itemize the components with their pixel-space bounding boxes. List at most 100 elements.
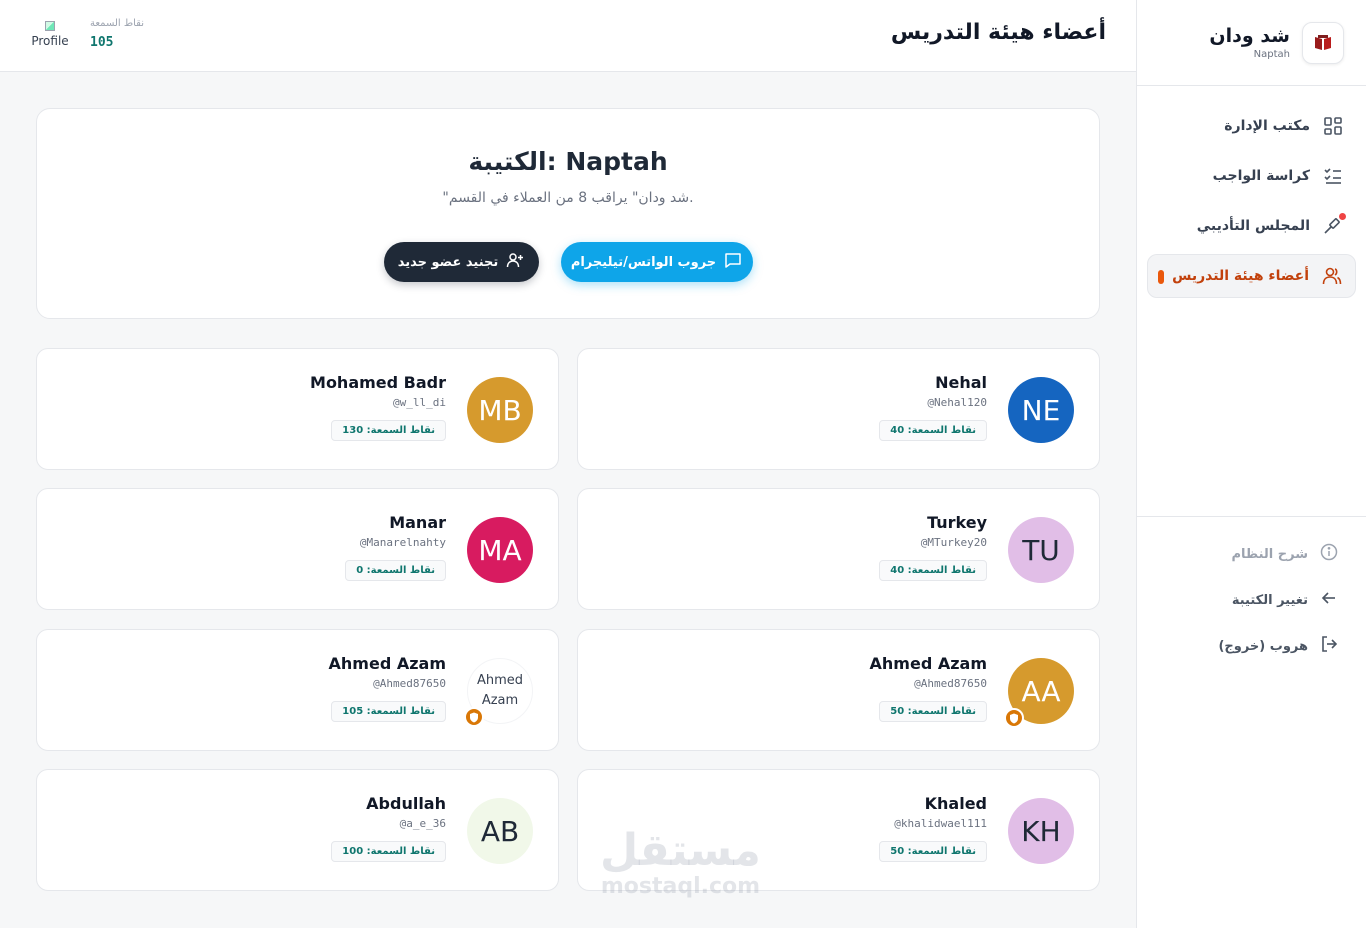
member-info: Turkey @MTurkey20 نقاط السمعة: 40: [879, 513, 987, 581]
avatar[interactable]: Ahmed Azam: [464, 658, 533, 727]
member-info: Manar @Manarelnahty نقاط السمعة: 0: [345, 513, 446, 581]
button-label: جروب الواتس/تيليجرام: [570, 254, 717, 270]
profile-widget[interactable]: Profile نقاط السمعة 105: [28, 16, 144, 52]
member-name: Manar: [389, 513, 446, 532]
reputation-badge: نقاط السمعة: 0: [345, 560, 446, 581]
recruit-member-button[interactable]: تجنيد عضو جديد: [383, 242, 539, 282]
watermark-arabic: مستقل: [600, 825, 761, 876]
sidebar: شد ودان Naptah مكتب الإدارة كراسة الواجب…: [1136, 0, 1366, 928]
battalion-card: الكتيبة: Naptah "شد ودان" يراقب 8 من الع…: [36, 108, 1100, 319]
member-info: Khaled @khalidwael111 نقاط السمعة: 50: [879, 794, 987, 862]
logout-link[interactable]: هروب (خروج): [1136, 623, 1366, 669]
reputation-label: نقاط السمعة: [90, 18, 145, 29]
member-handle: @Nehal120: [927, 396, 987, 409]
dashboard-grid-icon: [1322, 115, 1344, 137]
member-info: Ahmed Azam @Ahmed87650 نقاط السمعة: 105: [329, 654, 446, 722]
watermark: مستقل mostaql.com: [600, 826, 761, 898]
member-handle: @Ahmed87650: [373, 677, 446, 690]
member-info: Ahmed Azam @Ahmed87650 نقاط السمعة: 50: [870, 654, 987, 722]
avatar[interactable]: AB: [467, 798, 533, 864]
member-name: Ahmed Azam: [869, 654, 987, 673]
system-help-link[interactable]: شرح النظام: [1136, 531, 1366, 577]
sidebar-nav: مكتب الإدارة كراسة الواجب المجلس التأديب…: [1137, 86, 1366, 298]
sidebar-item-label: تغيير الكتيبة: [1231, 592, 1308, 608]
brand-name: شد ودان: [1209, 25, 1290, 47]
member-handle: @Ahmed87650: [914, 677, 987, 690]
button-label: تجنيد عضو جديد: [397, 254, 499, 270]
avatar[interactable]: AA: [1004, 658, 1074, 728]
member-handle: @w_ll_di: [393, 396, 446, 409]
shield-badge-icon: [1004, 708, 1024, 728]
member-name: Abdullah: [366, 794, 446, 813]
avatar-initials: AB: [480, 814, 520, 848]
user-plus-icon: [506, 251, 524, 273]
avatar[interactable]: MB: [467, 377, 533, 443]
avatar-initials: Ahmed Azam: [476, 673, 524, 708]
profile-alt-text: Profile: [31, 33, 69, 48]
member-name: Turkey: [927, 513, 987, 532]
brand-subtitle: Naptah: [1253, 49, 1290, 60]
member-card[interactable]: TU Turkey @MTurkey20 نقاط السمعة: 40: [577, 488, 1100, 610]
page-title: أعضاء هيئة التدريس: [890, 20, 1106, 45]
logout-icon: [1320, 635, 1338, 657]
reputation-badge: نقاط السمعة: 40: [879, 560, 987, 581]
avatar-initials: MA: [478, 533, 522, 567]
reputation-badge: نقاط السمعة: 50: [879, 841, 987, 862]
member-handle: @Manarelnahty: [359, 536, 446, 549]
avatar[interactable]: KH: [1008, 798, 1074, 864]
sidebar-item-label: كراسة الواجب: [1212, 168, 1310, 184]
member-card[interactable]: AB Abdullah @a_e_36 نقاط السمعة: 100: [36, 769, 559, 891]
reputation-badge: نقاط السمعة: 105: [331, 701, 446, 722]
change-battalion-link[interactable]: تغيير الكتيبة: [1136, 577, 1366, 623]
member-name: Khaled: [924, 794, 987, 813]
broken-image-icon: [45, 20, 55, 31]
arrow-left-icon: [1320, 589, 1338, 611]
avatar-initials: AA: [1021, 674, 1061, 708]
member-card[interactable]: MA Manar @Manarelnahty نقاط السمعة: 0: [36, 488, 559, 610]
brand[interactable]: شد ودان Naptah: [1137, 0, 1366, 86]
member-handle: @MTurkey20: [920, 536, 987, 549]
member-handle: @khalidwael111: [894, 817, 987, 830]
reputation-value: 105: [90, 35, 114, 50]
sidebar-item-faculty[interactable]: أعضاء هيئة التدريس: [1147, 254, 1356, 298]
reputation-badge: نقاط السمعة: 50: [879, 701, 987, 722]
sidebar-item-label: مكتب الإدارة: [1224, 118, 1310, 134]
avatar-initials: NE: [1021, 393, 1061, 427]
member-card[interactable]: MB Mohamed Badr @w_ll_di نقاط السمعة: 130: [36, 348, 559, 470]
member-card[interactable]: AA Ahmed Azam @Ahmed87650 نقاط السمعة: 50: [577, 629, 1100, 751]
active-indicator: [1158, 270, 1164, 284]
sidebar-item-admin-office[interactable]: مكتب الإدارة: [1147, 104, 1356, 148]
shield-badge-icon: [464, 707, 484, 727]
avatar[interactable]: NE: [1008, 377, 1074, 443]
users-icon: [1321, 265, 1343, 287]
whatsapp-telegram-group-button[interactable]: جروب الواتس/تيليجرام: [560, 242, 753, 282]
avatar-initials: KH: [1021, 814, 1061, 848]
chat-bubble-icon: [724, 251, 742, 273]
reputation-badge: نقاط السمعة: 40: [879, 420, 987, 441]
member-handle: @a_e_36: [399, 817, 446, 830]
member-card[interactable]: NE Nehal @Nehal120 نقاط السمعة: 40: [577, 348, 1100, 470]
sidebar-item-disciplinary[interactable]: المجلس التأديبي: [1147, 204, 1356, 248]
member-card[interactable]: Ahmed Azam Ahmed Azam @Ahmed87650 نقاط السم…: [36, 629, 559, 751]
checklist-icon: [1322, 165, 1344, 187]
battalion-title: الكتيبة: Naptah: [468, 147, 668, 176]
sidebar-footer: شرح النظام تغيير الكتيبة هروب (خروج): [1136, 516, 1366, 669]
profile-avatar[interactable]: Profile: [28, 16, 72, 52]
member-name: Mohamed Badr: [310, 373, 446, 392]
avatar-initials: MB: [478, 393, 522, 427]
avatar[interactable]: TU: [1008, 517, 1074, 583]
gavel-icon: [1322, 213, 1346, 237]
battalion-subtitle: "شد ودان" يراقب 8 من العملاء في القسم.: [442, 190, 694, 206]
avatar[interactable]: MA: [467, 517, 533, 583]
sidebar-item-label: شرح النظام: [1231, 546, 1308, 562]
reputation-badge: نقاط السمعة: 130: [331, 420, 446, 441]
sidebar-item-homework[interactable]: كراسة الواجب: [1147, 154, 1356, 198]
member-name: Ahmed Azam: [328, 654, 446, 673]
member-info: Mohamed Badr @w_ll_di نقاط السمعة: 130: [310, 373, 446, 441]
top-header: أعضاء هيئة التدريس Profile نقاط السمعة 1…: [0, 0, 1136, 72]
member-info: Abdullah @a_e_36 نقاط السمعة: 100: [331, 794, 446, 862]
member-info: Nehal @Nehal120 نقاط السمعة: 40: [879, 373, 987, 441]
watermark-latin: mostaql.com: [600, 874, 761, 899]
sidebar-item-label: المجلس التأديبي: [1196, 218, 1310, 234]
info-icon: [1320, 543, 1338, 565]
